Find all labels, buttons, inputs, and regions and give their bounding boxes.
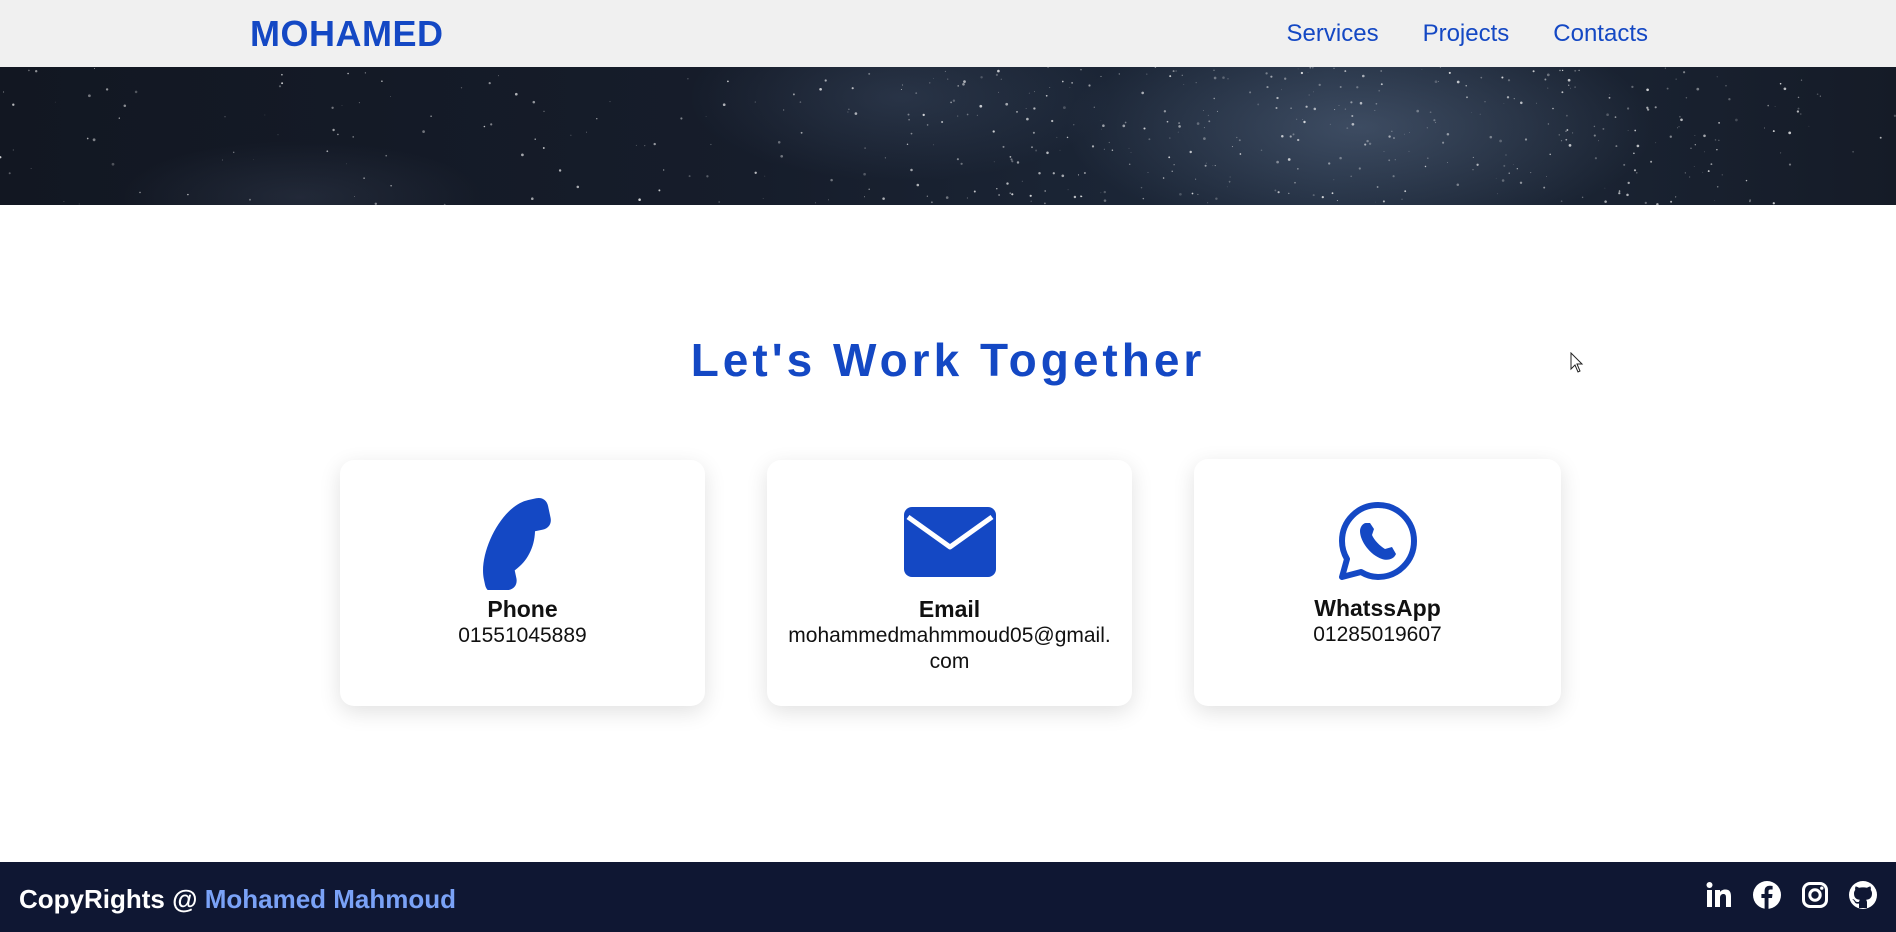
- mouse-cursor-icon: [1570, 351, 1584, 379]
- starfield-background: [0, 67, 1896, 205]
- phone-number[interactable]: 01551045889: [360, 623, 685, 649]
- nav-links: Services Projects Contacts: [1287, 20, 1648, 48]
- whatsapp-number[interactable]: 01285019607: [1214, 622, 1541, 648]
- contact-card-email: Email mohammedmahmmoud05@gmail.com: [767, 460, 1132, 706]
- contact-card-label: WhatssApp: [1314, 595, 1441, 621]
- navbar: MOHAMED Services Projects Contacts: [0, 0, 1896, 67]
- nav-link-contacts[interactable]: Contacts: [1553, 20, 1648, 48]
- section-title: Let's Work Together: [690, 334, 1206, 386]
- copyright-author-link[interactable]: Mohamed Mahmoud: [205, 884, 456, 914]
- contact-card-label: Email: [918, 596, 981, 622]
- footer: CopyRights @ Mohamed Mahmoud: [0, 862, 1896, 932]
- hero-banner-image: [0, 67, 1896, 205]
- linkedin-icon[interactable]: [1704, 880, 1734, 910]
- contact-card-label: Phone: [487, 596, 558, 622]
- nav-link-services[interactable]: Services: [1287, 20, 1379, 48]
- email-address[interactable]: mohammedmahmmoud05@gmail.com: [787, 623, 1112, 675]
- facebook-icon[interactable]: [1752, 880, 1782, 910]
- email-icon: [767, 494, 1132, 590]
- whatsapp-icon: [1194, 493, 1561, 589]
- phone-icon: [340, 494, 705, 590]
- copyright-prefix: CopyRights @: [19, 884, 205, 914]
- social-links: [1704, 880, 1878, 910]
- site-logo[interactable]: MOHAMED: [250, 13, 443, 55]
- contact-card-phone: Phone 01551045889: [340, 460, 705, 706]
- copyright-text: CopyRights @ Mohamed Mahmoud: [19, 884, 456, 915]
- github-icon[interactable]: [1848, 880, 1878, 910]
- nav-link-projects[interactable]: Projects: [1423, 20, 1510, 48]
- contact-card-whatsapp: WhatssApp 01285019607: [1194, 459, 1561, 706]
- instagram-icon[interactable]: [1800, 880, 1830, 910]
